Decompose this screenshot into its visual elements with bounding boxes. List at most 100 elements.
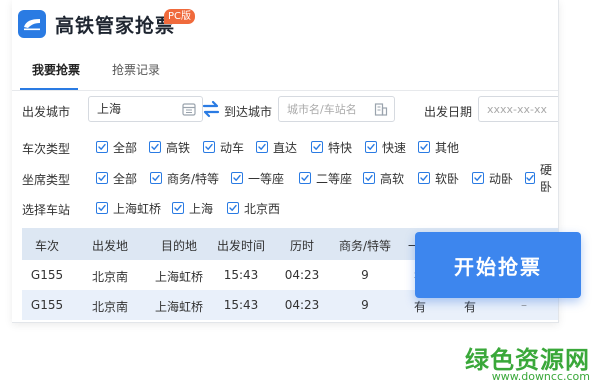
- seat-type-option-label: 一等座: [248, 171, 285, 186]
- checkmark-icon: [256, 141, 268, 153]
- seat-type-option-label: 全部: [113, 171, 138, 186]
- checkmark-icon: [96, 141, 108, 153]
- col-depart-time: 出发时间: [216, 239, 265, 253]
- seat-type-checkbox[interactable]: 硬卧: [525, 163, 558, 194]
- checkmark-icon: [525, 172, 535, 184]
- to-city-label: 到达城市: [224, 105, 273, 119]
- from-city-value: 上海: [97, 102, 122, 116]
- station-checkbox[interactable]: 上海: [172, 200, 213, 216]
- checkmark-icon: [150, 172, 162, 184]
- checkmark-icon: [203, 141, 215, 153]
- seat-type-option-label: 软卧: [435, 171, 460, 186]
- seat-type-option-label: 二等座: [316, 171, 353, 186]
- train-type-option-label: 其他: [435, 140, 460, 155]
- cell-duration: 04:23: [284, 268, 320, 282]
- seat-type-checkbox[interactable]: 软卧: [418, 170, 459, 186]
- cell-train-no: G155: [30, 268, 64, 282]
- from-city-label: 出发城市: [22, 105, 71, 119]
- depart-date-input[interactable]: xxxx-xx-xx: [478, 96, 558, 122]
- seat-type-checkbox[interactable]: 全部: [96, 170, 137, 186]
- checkmark-icon: [472, 172, 484, 184]
- cell-from: 北京南: [91, 270, 128, 284]
- train-type-option-label: 全部: [113, 140, 138, 155]
- train-type-option-label: 高铁: [166, 140, 191, 155]
- seat-type-checkbox[interactable]: 动卧: [472, 170, 513, 186]
- train-type-option-label: 快速: [382, 140, 407, 155]
- cell-to: 上海虹桥: [154, 300, 203, 314]
- cell-depart-time: 15:43: [223, 298, 259, 312]
- train-type-option-label: 直达: [273, 140, 298, 155]
- checkmark-icon: [311, 141, 323, 153]
- checkmark-icon: [365, 141, 377, 153]
- seat-type-checkbox[interactable]: 高软: [363, 170, 404, 186]
- seat-type-label: 坐席类型: [22, 173, 71, 187]
- calendar-icon[interactable]: [182, 102, 196, 116]
- seat-type-option-label: 硬卧: [540, 163, 553, 194]
- train-type-label: 车次类型: [22, 142, 71, 156]
- train-logo-icon: [18, 10, 46, 38]
- start-grab-button[interactable]: 开始抢票: [415, 232, 581, 298]
- train-type-checkbox[interactable]: 直达: [256, 139, 297, 155]
- seat-type-option-label: 高软: [380, 171, 405, 186]
- depart-date-label: 出发日期: [424, 105, 473, 119]
- cell-duration: 04:23: [284, 298, 320, 312]
- train-type-option-label: 特快: [328, 140, 353, 155]
- tab-grab-tickets[interactable]: 我要抢票: [32, 61, 80, 78]
- active-tab-indicator: [20, 88, 78, 90]
- to-city-placeholder: 城市名/车站名: [287, 103, 357, 116]
- station-checkbox[interactable]: 上海虹桥: [96, 200, 161, 216]
- title-bar: 高铁管家抢票 PC版: [12, 0, 558, 46]
- col-from: 出发地: [91, 239, 128, 253]
- cell-soft-sleeper: –: [521, 298, 527, 312]
- cell-first-class: 有: [413, 300, 426, 314]
- train-type-checkbox[interactable]: 快速: [365, 139, 406, 155]
- seat-type-checkbox[interactable]: 一等座: [231, 170, 284, 186]
- train-type-checkbox[interactable]: 动车: [203, 139, 244, 155]
- checkmark-icon: [96, 202, 108, 214]
- swap-cities-icon[interactable]: [201, 100, 221, 118]
- station-option-label: 上海: [189, 201, 214, 216]
- station-option-label: 上海虹桥: [113, 201, 162, 216]
- station-option-label: 北京西: [244, 201, 281, 216]
- train-type-checkbox[interactable]: 其他: [418, 139, 459, 155]
- seat-type-checkbox[interactable]: 商务/特等: [150, 170, 219, 186]
- seat-type-option-label: 动卧: [489, 171, 514, 186]
- col-to: 目的地: [160, 239, 197, 253]
- col-train-no: 车次: [34, 239, 59, 253]
- station-checkbox[interactable]: 北京西: [227, 200, 280, 216]
- site-watermark: 绿色资源网 www.downcc.com: [458, 340, 598, 390]
- station-building-icon[interactable]: [374, 102, 388, 116]
- seat-type-checkbox[interactable]: 二等座: [299, 170, 352, 186]
- to-city-input[interactable]: 城市名/车站名: [278, 96, 395, 122]
- checkmark-icon: [96, 172, 108, 184]
- cell-from: 北京南: [91, 300, 128, 314]
- train-type-checkbox[interactable]: 高铁: [149, 139, 190, 155]
- checkmark-icon: [227, 202, 239, 214]
- app-title: 高铁管家抢票: [55, 15, 176, 37]
- cell-to: 上海虹桥: [154, 270, 203, 284]
- cell-depart-time: 15:43: [223, 268, 259, 282]
- depart-date-placeholder: xxxx-xx-xx: [487, 103, 548, 116]
- cell-second-class: 有: [463, 300, 476, 314]
- checkmark-icon: [172, 202, 184, 214]
- from-city-input[interactable]: 上海: [88, 96, 203, 122]
- checkmark-icon: [418, 141, 430, 153]
- train-type-checkbox[interactable]: 特快: [311, 139, 352, 155]
- cell-train-no: G155: [30, 298, 64, 312]
- train-type-checkbox[interactable]: 全部: [96, 139, 137, 155]
- tab-grab-records[interactable]: 抢票记录: [112, 61, 160, 78]
- checkmark-icon: [418, 172, 430, 184]
- checkmark-icon: [149, 141, 161, 153]
- col-business: 商务/特等: [338, 239, 392, 253]
- checkmark-icon: [299, 172, 311, 184]
- seat-type-option-label: 商务/特等: [167, 171, 220, 186]
- cell-business: 9: [361, 298, 369, 312]
- station-label: 选择车站: [22, 203, 71, 217]
- cell-business: 9: [361, 268, 369, 282]
- pc-version-badge: PC版: [164, 9, 196, 24]
- tab-bar: 我要抢票 抢票记录: [12, 48, 558, 91]
- watermark-url: www.downcc.com: [491, 370, 590, 383]
- train-type-option-label: 动车: [220, 140, 245, 155]
- col-duration: 历时: [289, 239, 314, 253]
- checkmark-icon: [231, 172, 243, 184]
